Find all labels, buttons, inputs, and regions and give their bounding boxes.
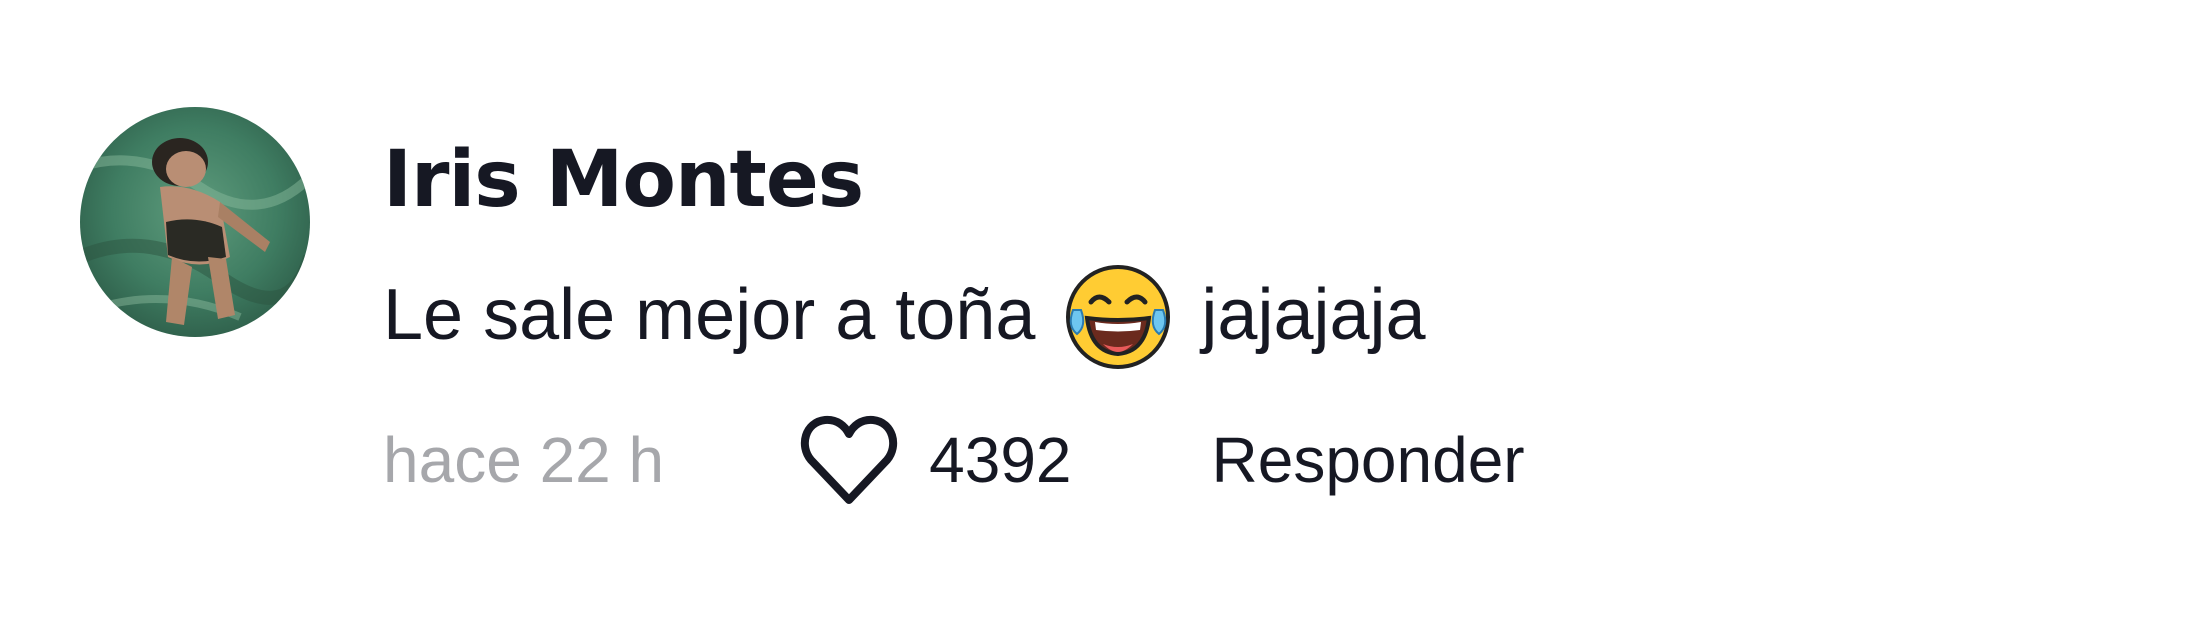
comment-item: Iris Montes Le sale mejor a toña jajajaj… [0,0,2199,620]
face-with-tears-of-joy-icon [1063,260,1173,370]
comment-body: Iris Montes Le sale mejor a toña jajajaj… [383,130,1525,510]
comment-text-part: Le sale mejor a toña [383,275,1036,355]
avatar-image [80,107,310,337]
like-count: 4392 [929,424,1072,496]
avatar[interactable] [80,107,310,337]
username[interactable]: Iris Montes [383,130,1525,230]
comment-text-part: jajajaja [1201,275,1426,355]
reply-button[interactable]: Responder [1212,410,1525,510]
comment-text: Le sale mejor a toña jajajaja [383,260,1525,370]
comment-meta: hace 22 h 4392 Responder [383,410,1525,510]
like-button[interactable]: 4392 [799,410,1072,510]
timestamp: hace 22 h [383,424,665,496]
heart-outline-icon[interactable] [799,412,899,508]
